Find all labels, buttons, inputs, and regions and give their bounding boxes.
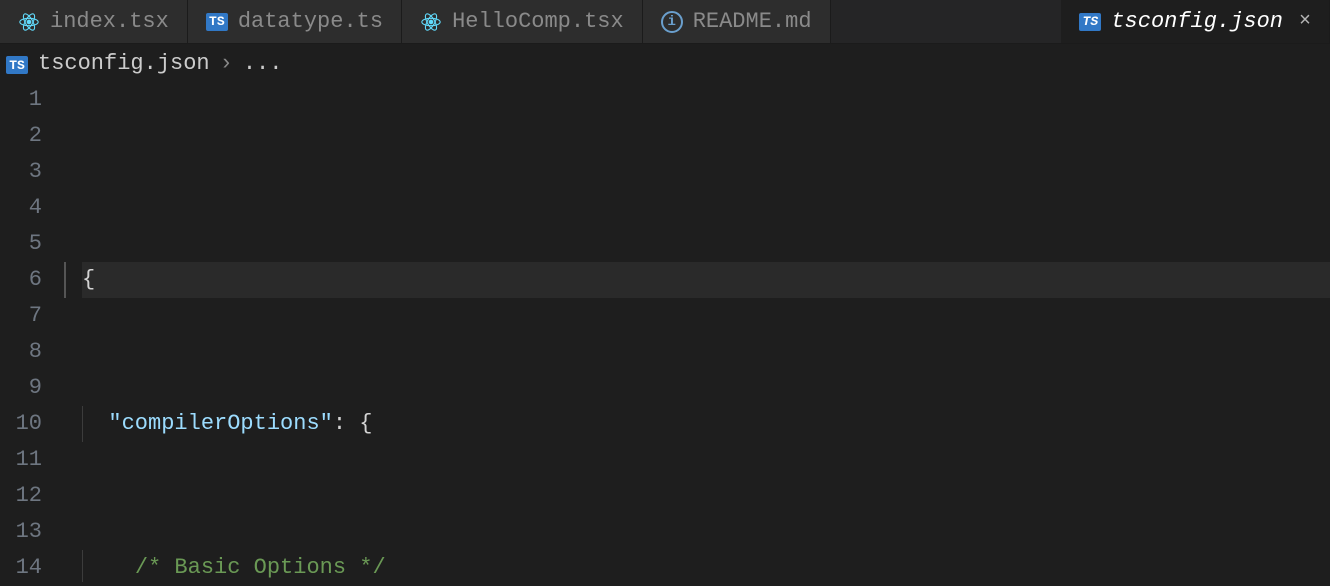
tab-hellocomp-tsx[interactable]: HelloComp.tsx <box>402 0 643 43</box>
react-icon <box>18 11 40 33</box>
line-number: 11 <box>0 442 42 478</box>
tab-index-tsx[interactable]: index.tsx <box>0 0 188 43</box>
close-icon[interactable]: × <box>1299 10 1311 33</box>
breadcrumb: TS tsconfig.json › ... <box>0 44 1330 82</box>
react-icon <box>420 11 442 33</box>
tab-label: tsconfig.json <box>1111 9 1283 34</box>
code-area[interactable]: { "compilerOptions": { /* Basic Options … <box>64 82 1330 582</box>
tab-spacer <box>831 0 1062 43</box>
line-number: 14 <box>0 550 42 586</box>
code-line[interactable]: { <box>82 262 1330 298</box>
line-number: 6 <box>0 262 42 298</box>
breadcrumb-trail[interactable]: ... <box>243 51 283 76</box>
line-number: 5 <box>0 226 42 262</box>
ts-icon: TS <box>6 51 28 76</box>
line-number: 10 <box>0 406 42 442</box>
tab-bar: index.tsx TS datatype.ts HelloComp.tsx i… <box>0 0 1330 44</box>
tab-label: index.tsx <box>50 9 169 34</box>
line-number: 13 <box>0 514 42 550</box>
tab-tsconfig-json[interactable]: TS tsconfig.json × <box>1061 0 1330 43</box>
breadcrumb-file[interactable]: tsconfig.json <box>38 51 210 76</box>
line-number: 4 <box>0 190 42 226</box>
code-line[interactable]: "compilerOptions": { <box>82 406 1330 442</box>
tab-datatype-ts[interactable]: TS datatype.ts <box>188 0 402 43</box>
tab-label: HelloComp.tsx <box>452 9 624 34</box>
line-number: 8 <box>0 334 42 370</box>
ts-icon: TS <box>206 11 228 33</box>
line-number: 9 <box>0 370 42 406</box>
line-number: 3 <box>0 154 42 190</box>
code-text: { <box>82 267 95 292</box>
json-key: "compilerOptions" <box>108 411 332 436</box>
code-line[interactable]: /* Basic Options */ <box>82 550 1330 582</box>
code-text: : { <box>333 411 373 436</box>
tab-label: README.md <box>693 9 812 34</box>
line-number: 7 <box>0 298 42 334</box>
info-icon: i <box>661 11 683 33</box>
line-number: 12 <box>0 478 42 514</box>
indent-guide <box>82 550 83 582</box>
line-number: 2 <box>0 118 42 154</box>
line-number: 1 <box>0 82 42 118</box>
comment: /* Basic Options */ <box>135 555 386 580</box>
indent-guide <box>82 406 83 442</box>
chevron-right-icon: › <box>220 51 233 76</box>
gutter: 1 2 3 4 5 6 7 8 9 10 11 12 13 14 <box>0 82 64 582</box>
tab-readme-md[interactable]: i README.md <box>643 0 831 43</box>
editor[interactable]: 1 2 3 4 5 6 7 8 9 10 11 12 13 14 { "comp… <box>0 82 1330 582</box>
ts-icon: TS <box>1079 11 1101 33</box>
tab-label: datatype.ts <box>238 9 383 34</box>
